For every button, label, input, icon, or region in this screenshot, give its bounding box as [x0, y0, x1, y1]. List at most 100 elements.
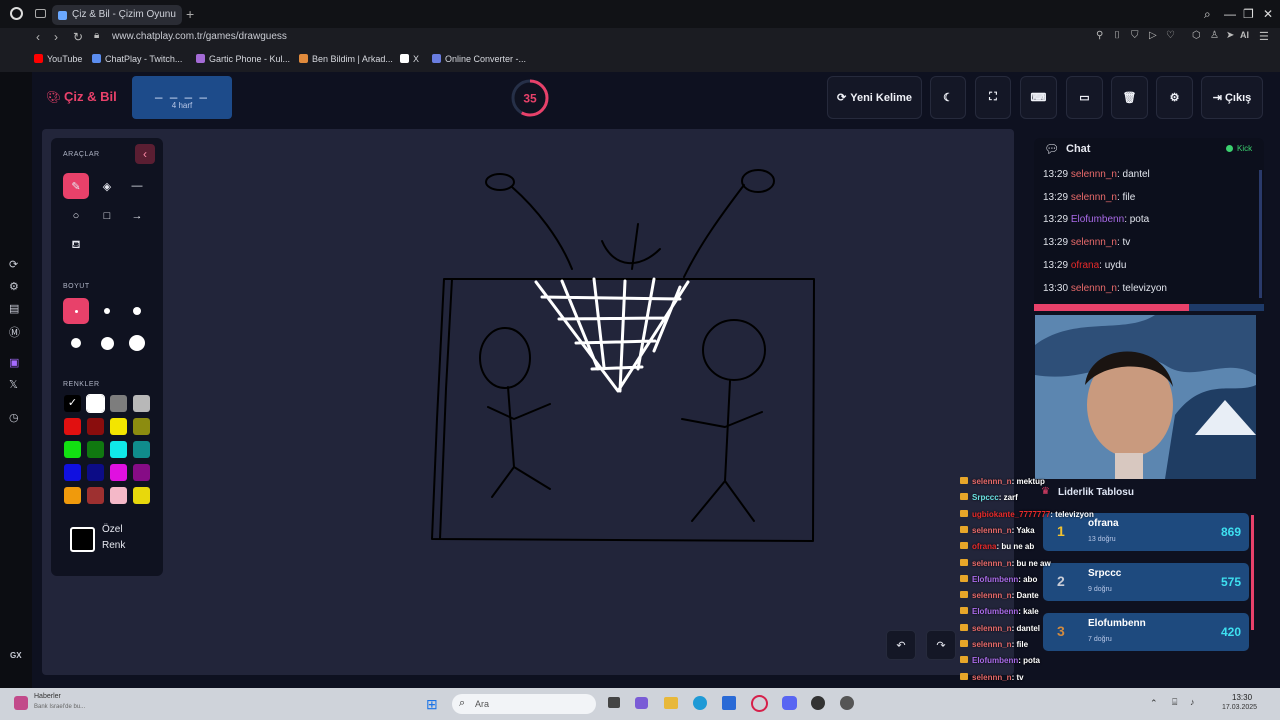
fullscreen-button[interactable]: ⛶: [975, 76, 1011, 119]
new-word-button[interactable]: ⟳ Yeni Kelime: [827, 76, 922, 119]
bookmark-item[interactable]: YouTube: [34, 54, 82, 64]
size-1[interactable]: [63, 298, 89, 324]
color-swatch[interactable]: [110, 464, 127, 481]
tray-chevron-icon[interactable]: ⌃: [1150, 698, 1158, 709]
stack-icon[interactable]: ▤: [9, 302, 19, 315]
circle-tool[interactable]: ○: [63, 203, 89, 229]
color-swatch[interactable]: [64, 464, 81, 481]
tab-menu-icon[interactable]: [35, 9, 46, 18]
fill-tool[interactable]: ⛾: [63, 233, 89, 259]
eraser-tool[interactable]: ◈: [94, 173, 120, 199]
taskbar-search[interactable]: ⌕ Ara: [452, 694, 596, 714]
app-icon[interactable]: [840, 696, 854, 710]
camera-icon[interactable]: ⌷: [1114, 30, 1120, 41]
extension-icon[interactable]: ⚲: [1096, 30, 1103, 41]
bookmark-item[interactable]: X: [400, 54, 419, 64]
chat-username[interactable]: selennn_n: [1071, 237, 1117, 248]
settings-button[interactable]: ⚙: [1156, 76, 1193, 119]
steam-icon[interactable]: [811, 696, 825, 710]
menu-icon[interactable]: ☰: [1259, 30, 1269, 43]
browser-tab[interactable]: Çiz & Bil - Çizim Oyunu: [52, 5, 182, 25]
color-swatch[interactable]: [86, 394, 105, 413]
messenger-icon[interactable]: Ⓜ: [9, 324, 20, 340]
bookmark-item[interactable]: Gartic Phone - Kul...: [196, 54, 290, 64]
x-icon[interactable]: 𝕏: [9, 378, 18, 391]
size-6[interactable]: [124, 330, 150, 356]
color-swatch[interactable]: [64, 418, 81, 435]
dark-mode-button[interactable]: ☾: [930, 76, 966, 119]
delete-button[interactable]: 🗑︎: [1111, 76, 1148, 119]
ai-button[interactable]: AI: [1240, 30, 1249, 40]
chat-username[interactable]: selennn_n: [1071, 283, 1117, 294]
redo-button[interactable]: ↷: [926, 630, 956, 660]
cube-icon[interactable]: ⬡: [1192, 30, 1201, 41]
clock-icon[interactable]: ◷: [9, 411, 19, 424]
news-title[interactable]: Haberler: [34, 693, 61, 700]
color-swatch[interactable]: [133, 441, 150, 458]
volume-icon[interactable]: ♪: [1190, 697, 1195, 707]
refresh-icon[interactable]: ⟳: [9, 258, 18, 271]
color-swatch[interactable]: [110, 487, 127, 504]
color-swatch[interactable]: [133, 487, 150, 504]
leaderboard-scrollbar[interactable]: [1251, 515, 1254, 630]
clock-time[interactable]: 13:30: [1232, 693, 1252, 702]
chat-username[interactable]: ofrana: [1071, 260, 1099, 271]
back-icon[interactable]: ‹: [36, 30, 40, 44]
chat-username[interactable]: Elofumbenn: [1071, 214, 1124, 225]
reload-icon[interactable]: ↻: [73, 30, 83, 44]
opera-gx-icon[interactable]: [751, 695, 768, 712]
windows-start-icon[interactable]: ⊞: [426, 696, 438, 713]
forward-icon[interactable]: ›: [54, 30, 58, 44]
color-swatch[interactable]: [110, 395, 127, 412]
file-explorer-icon[interactable]: [664, 697, 678, 709]
line-tool[interactable]: —: [124, 173, 150, 199]
store-icon[interactable]: [722, 696, 736, 710]
address-bar[interactable]: www.chatplay.com.tr/games/drawguess: [112, 31, 287, 42]
color-swatch[interactable]: [64, 441, 81, 458]
task-view-icon[interactable]: [608, 697, 620, 708]
color-swatch[interactable]: [133, 395, 150, 412]
bookmark-item[interactable]: ChatPlay - Twitch...: [92, 54, 182, 64]
network-icon[interactable]: ⌸: [1172, 697, 1177, 708]
archive-button[interactable]: ▭: [1066, 76, 1103, 119]
rectangle-tool[interactable]: □: [94, 203, 120, 229]
color-swatch[interactable]: ✓: [64, 395, 81, 412]
color-swatch[interactable]: [64, 487, 81, 504]
size-5[interactable]: [94, 330, 120, 356]
arrow-tool[interactable]: →: [124, 203, 150, 229]
color-swatch[interactable]: [133, 464, 150, 481]
robot-icon[interactable]: ⚙: [9, 280, 19, 293]
discord-icon[interactable]: [782, 696, 797, 710]
shield-icon[interactable]: ⛉: [1131, 30, 1139, 41]
size-3[interactable]: [124, 298, 150, 324]
color-swatch[interactable]: [110, 441, 127, 458]
chat-scrollbar[interactable]: [1259, 170, 1262, 298]
brush-tool[interactable]: ✎: [63, 173, 89, 199]
color-swatch[interactable]: [87, 418, 104, 435]
color-swatch[interactable]: [87, 487, 104, 504]
collapse-tools-button[interactable]: ‹: [135, 144, 155, 164]
edge-icon[interactable]: [693, 696, 707, 710]
color-swatch[interactable]: [133, 418, 150, 435]
chat-username[interactable]: selennn_n: [1071, 169, 1117, 180]
bookmark-item[interactable]: Online Converter -...: [432, 54, 526, 64]
color-swatch[interactable]: [110, 418, 127, 435]
color-swatch[interactable]: [87, 464, 104, 481]
maximize-icon[interactable]: ❐: [1243, 7, 1254, 21]
exit-button[interactable]: ⇥ Çıkış: [1201, 76, 1263, 119]
opera-logo-icon[interactable]: [10, 7, 23, 20]
twitch-icon[interactable]: ▣: [9, 356, 19, 369]
size-4[interactable]: [63, 330, 89, 356]
search-icon[interactable]: ⌕: [1204, 7, 1211, 22]
account-icon[interactable]: ♙: [1210, 30, 1219, 41]
close-icon[interactable]: ✕: [1263, 7, 1273, 21]
size-2[interactable]: [94, 298, 120, 324]
color-swatch[interactable]: [87, 441, 104, 458]
keyboard-button[interactable]: ⌨: [1020, 76, 1057, 119]
custom-color-swatch[interactable]: [70, 527, 95, 552]
play-icon[interactable]: ▷: [1149, 30, 1157, 41]
heart-icon[interactable]: ♡: [1166, 30, 1175, 41]
minimize-icon[interactable]: —: [1224, 7, 1236, 21]
copilot-icon[interactable]: [635, 697, 648, 709]
undo-button[interactable]: ↶: [886, 630, 916, 660]
